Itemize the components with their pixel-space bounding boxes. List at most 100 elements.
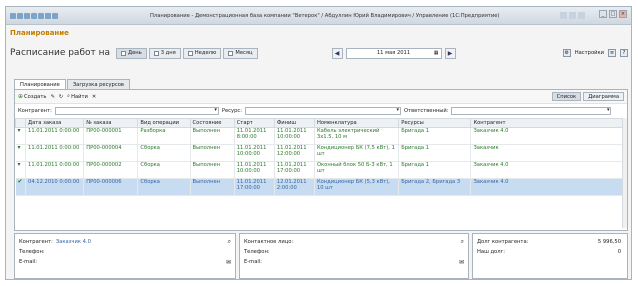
main-window: Планирование - Демонстрационная база ком… — [5, 6, 632, 280]
prev-date-button[interactable]: ◀ — [331, 47, 343, 59]
forward-icon[interactable] — [24, 12, 30, 19]
cell-date: 11.01.2011 0:00:00 — [25, 127, 85, 145]
dropdown-icon[interactable]: ▾ — [396, 107, 399, 113]
col-resources[interactable]: Ресурсы — [398, 118, 472, 128]
settings-icon[interactable]: ⚙ — [562, 49, 571, 57]
view-switch: Список Диаграмма — [551, 92, 624, 101]
schedule-label: Расписание работ на — [10, 48, 111, 58]
save-icon[interactable] — [31, 12, 37, 19]
favorites-icon[interactable] — [45, 12, 51, 19]
debt-label: Долг контрагента: — [477, 239, 529, 245]
cancel-search-icon: ✕ — [91, 93, 97, 100]
period-week-button[interactable]: Неделю — [182, 47, 222, 59]
list-settings-icon[interactable]: ≡ — [608, 49, 616, 57]
debt-line: Долг контрагента: 5 996,50 — [477, 237, 623, 247]
calendar-icon[interactable] — [569, 12, 576, 19]
history-icon[interactable] — [52, 12, 58, 19]
help-icon[interactable]: ? — [620, 49, 628, 57]
period-week-label: Неделю — [194, 50, 217, 56]
col-finish[interactable]: Финиш — [273, 118, 315, 128]
back-icon[interactable] — [17, 12, 23, 19]
contact-email-line: E-mail: ✉ — [244, 257, 464, 267]
planning-panel: ⊕ Создать ✎ ↻ ⌕ Найти ✕ Список Диаграмма К… — [14, 89, 628, 231]
col-operation[interactable]: Вид операции — [137, 118, 191, 128]
cancel-search-button[interactable]: ✕ — [92, 94, 96, 100]
cell-state: Выполнен — [190, 127, 235, 145]
edit-button[interactable]: ✎ — [50, 94, 54, 100]
dropdown-icon[interactable]: ▾ — [607, 107, 610, 113]
col-marker — [14, 118, 27, 128]
list-view-button[interactable]: Список — [551, 92, 582, 101]
contragent-value[interactable]: Заказчик 4.0 — [56, 239, 91, 245]
cell-nomenclature: Кондиционер БК (7,5 кВт), 1 шт — [314, 144, 400, 162]
col-contragent[interactable]: Контрагент — [470, 118, 627, 128]
col-nomenclature[interactable]: Номенклатура — [313, 118, 400, 128]
cell-date: 11.01.2011 0:00:00 — [25, 161, 85, 179]
contragent-filter-input[interactable]: ▾ — [54, 107, 219, 115]
cell-operation: Разборка — [137, 127, 191, 145]
date-field[interactable]: 11 мая 2011 ▦ — [345, 47, 442, 59]
contact-phone-line: Телефон: — [244, 247, 464, 257]
diagram-view-button[interactable]: Диаграмма — [583, 92, 624, 101]
tab-resource-load[interactable]: Загрузка ресурсов — [66, 79, 130, 89]
checkbox-icon — [228, 50, 234, 56]
period-month-button[interactable]: Месяц — [223, 47, 258, 59]
vertical-scrollbar[interactable] — [622, 118, 627, 228]
cell-number: ПР00-000006 — [83, 178, 139, 196]
col-state[interactable]: Состояние — [189, 118, 235, 128]
refresh-button[interactable]: ↻ — [59, 94, 63, 100]
settings-label[interactable]: Настройки — [575, 50, 604, 56]
create-label: Создать — [24, 93, 47, 100]
row-marker-icon: ▾ — [15, 161, 27, 179]
print-icon[interactable] — [38, 12, 44, 19]
app-icon[interactable] — [10, 12, 16, 19]
search-icon[interactable]: ⌕ — [228, 238, 231, 246]
table-row[interactable]: ▾ 11.01.2011 0:00:00 ПР00-000002 Сборка … — [15, 161, 627, 179]
memory-icon[interactable] — [578, 12, 585, 19]
contragent-line: Контрагент: Заказчик 4.0 ⌕ — [19, 237, 231, 247]
list-toolbar: ⊕ Создать ✎ ↻ ⌕ Найти ✕ Список Диаграмма — [15, 90, 627, 104]
find-button[interactable]: ⌕ Найти — [67, 93, 88, 100]
period-day-button[interactable]: День — [116, 47, 147, 59]
minimize-icon[interactable]: _ — [599, 10, 607, 18]
col-start[interactable]: Старт — [233, 118, 275, 128]
checkbox-icon — [187, 50, 193, 56]
debt-panel: Долг контрагента: 5 996,50 Наш долг: 0 — [472, 233, 628, 279]
search-icon[interactable]: ⌕ — [461, 238, 464, 246]
maximize-icon[interactable]: □ — [609, 10, 617, 18]
refresh-icon: ↻ — [58, 93, 64, 100]
email-icon[interactable]: ✉ — [459, 259, 464, 266]
cell-resources: Бригада 2, Бригада 3 — [398, 178, 472, 196]
table-row[interactable]: ▾ 11.01.2011 0:00:00 ПР00-000004 Сборка … — [15, 144, 627, 162]
dropdown-icon[interactable]: ▾ — [214, 107, 217, 113]
cell-contragent: Заказчик 4.0 — [470, 161, 627, 179]
table-header: Дата заказа № заказа Вид операции Состоя… — [14, 118, 627, 128]
create-button[interactable]: ⊕ Создать — [18, 93, 46, 100]
calendar-icon[interactable]: ▦ — [434, 50, 439, 56]
contact-phone-label: Телефон: — [244, 249, 270, 255]
tab-planning[interactable]: Планирование — [14, 79, 66, 89]
resource-filter-input[interactable]: ▾ — [244, 107, 401, 115]
filter-row: Контрагент: ▾ Ресурс: ▾ Ответственный: ▾ — [15, 104, 627, 118]
col-number[interactable]: № заказа — [83, 118, 139, 128]
close-icon[interactable]: × — [619, 10, 627, 18]
window-title: Планирование - Демонстрационная база ком… — [150, 12, 500, 19]
cell-resources: Бригада 1 — [398, 127, 472, 145]
email-icon[interactable]: ✉ — [226, 259, 231, 266]
period-3days-button[interactable]: 3 дня — [148, 47, 181, 59]
table-row-selected[interactable]: ✔ 04.12.2010 0:00:00 ПР00-000006 Сборка … — [15, 178, 627, 196]
cell-date: 11.01.2011 0:00:00 — [25, 144, 85, 162]
our-debt-value: 0 — [617, 249, 621, 255]
search-icon: ⌕ — [67, 93, 71, 99]
table-row[interactable]: ▾ 11.01.2011 0:00:00 ПР00-000001 Разборк… — [15, 127, 627, 145]
period-month-label: Месяц — [235, 50, 253, 56]
cell-number: ПР00-000002 — [83, 161, 139, 179]
cell-state: Выполнен — [190, 144, 235, 162]
col-date[interactable]: Дата заказа — [25, 118, 85, 128]
cell-operation: Сборка — [137, 161, 191, 179]
contragent-label: Контрагент: — [19, 239, 53, 245]
cell-operation: Сборка — [137, 144, 191, 162]
responsible-filter-input[interactable]: ▾ — [451, 107, 612, 115]
next-date-button[interactable]: ▶ — [444, 47, 456, 59]
calculator-icon[interactable] — [560, 12, 567, 19]
